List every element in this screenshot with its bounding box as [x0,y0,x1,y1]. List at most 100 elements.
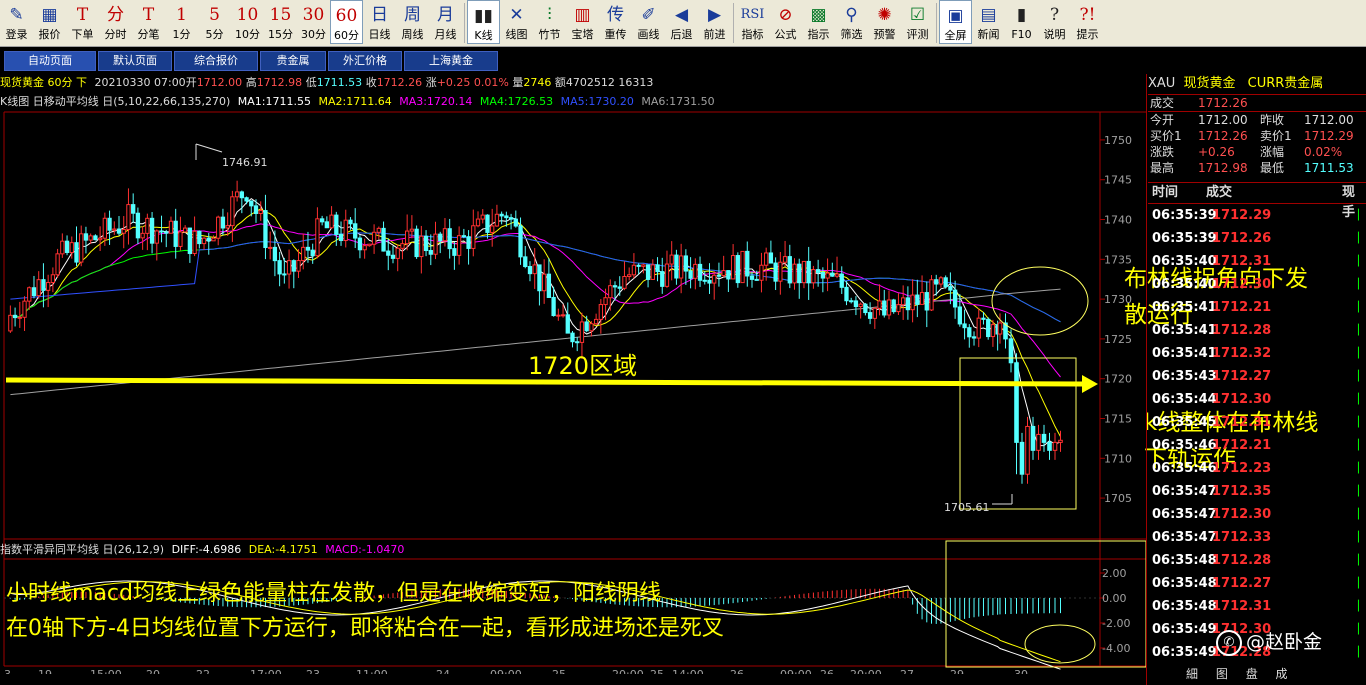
toolbar-button-27[interactable]: ☑ 评测 [901,0,934,44]
tick-vol-marker: ▏ [1358,371,1366,382]
candle-body [589,323,594,332]
candle-body [1008,338,1014,364]
toolbar-button-13[interactable]: 月月线 [429,0,462,44]
toolbar-button-18[interactable]: 传重传 [599,0,632,44]
tick-vol-marker: ▏ [1358,417,1366,428]
footer-tab-0[interactable]: 細 [1186,667,1198,681]
toolbar-button-19[interactable]: ✐ 画线 [632,0,665,44]
toolbar-button-1[interactable]: ▦ 报价 [33,0,66,44]
candle-body [135,212,141,239]
candle-body [74,242,79,263]
candle-body [952,289,958,308]
toolbar-button-5[interactable]: 1 1分 [165,0,198,44]
candle-body [282,273,287,276]
tick-list[interactable]: 时间 成交 现手 06:35:39 1712.29 ▏ 06:35:39 1712.26… [1148,182,1366,664]
panel-divider [1146,74,1147,685]
toolbar-button-0[interactable]: ✎ 登录 [0,0,33,44]
tab-quotes[interactable]: 综合报价 [174,51,258,71]
footer-tab-3[interactable]: 成 [1276,667,1288,681]
macd-indicator-name[interactable]: 指数平滑异同平均线 日(26,12,9) [0,543,164,556]
candle-body [1019,441,1025,475]
toolbar-button-14[interactable]: ▮▮ K线 [467,0,500,44]
macd-tick-label: -4.00 [1102,642,1130,655]
tick-price: 1712.23 [1212,461,1272,476]
candle-body [145,217,150,234]
toolbar-button-20[interactable]: ◀ 后退 [665,0,698,44]
toolbar-button-29[interactable]: ▤ 新闻 [972,0,1005,44]
quote-panel: XAU 现货黄金 CURR贵金属 成交 1712.26 今开 1712.00 昨收 17… [1148,74,1366,176]
tab-forex[interactable]: 外汇价格 [328,51,402,71]
toolbar-button-32[interactable]: ?! 提示 [1071,0,1104,44]
footer-tab-1[interactable]: 图 [1216,667,1228,681]
candle-body [801,260,807,284]
toolbar-button-22[interactable]: RSI 指标 [736,0,769,44]
tab-default-page[interactable]: 默认页面 [98,51,172,71]
toolbar-button-15[interactable]: ✕ 线图 [500,0,533,44]
toolbar-button-24[interactable]: ▩ 指示 [802,0,835,44]
tab-shanghai-gold[interactable]: 上海黄金 [404,51,498,71]
candle-body [730,255,736,280]
toolbar-button-7[interactable]: 10 10分 [231,0,264,44]
candle-body [678,255,684,279]
macd-axis: 2.00 0.00 -2.00 -4.00 [1100,567,1130,655]
toolbar-button-3[interactable]: 分分时 [99,0,132,44]
toolbar-button-4[interactable]: T 分笔 [132,0,165,44]
toolbar-button-23[interactable]: ⊘ 公式 [769,0,802,44]
toolbar-button-8[interactable]: 15 15分 [264,0,297,44]
tab-auto-page[interactable]: 自动页面 [4,51,96,71]
tick-row: 06:35:48 1712.28 ▏ [1148,549,1366,572]
toolbar-button-28[interactable]: ▣ 全屏 [939,0,972,44]
toolbar-button-10[interactable]: 60 60分 [330,0,363,44]
toolbar-button-6[interactable]: 5 5分 [198,0,231,44]
binoculars-icon: ⚲ [845,5,858,25]
candle-body [943,277,948,288]
toolbar-button-2[interactable]: T 下单 [66,0,99,44]
toolbar-button-label: 15分 [268,28,293,41]
toolbar-button-21[interactable]: ▶ 前进 [698,0,731,44]
candle-body [612,285,618,288]
candle-body [669,254,674,265]
grid-icon: ▦ [41,5,58,25]
toolbar-button-label: 分笔 [137,28,160,41]
tick-time: 06:35:47 [1152,484,1217,499]
candle-body [64,240,70,254]
candle-body [400,243,405,249]
toolbar-button-9[interactable]: 30 30分 [297,0,330,44]
toolbar-button-30[interactable]: ▮ F10 [1005,0,1038,44]
candle-body [371,231,377,245]
toolbar-button-25[interactable]: ⚲ 筛选 [835,0,868,44]
toolbar-button-16[interactable]: ⫶ 竹节 [533,0,566,44]
candle-body [475,218,481,227]
toolbar-button-17[interactable]: ▥ 宝塔 [566,0,599,44]
toolbar-button-11[interactable]: 日日线 [363,0,396,44]
candle-body [627,274,632,277]
tick-vol-marker: ▏ [1358,302,1366,313]
tick-time: 06:35:41 [1152,300,1217,315]
candle-body [712,274,717,284]
kline-icon: ▮▮ [474,6,493,26]
annotation-macd-1: 小时线macd均线上绿色能量柱在发散，但是在收缩变短，阳线阴线 [6,581,661,606]
candle-body [598,304,603,320]
candle-body [428,250,433,255]
toolbar-button-label: 竹节 [538,28,561,41]
candle-body [853,300,859,308]
toolbar-button-31[interactable]: ? 说明 [1038,0,1071,44]
tick-row: 06:35:48 1712.31 ▏ [1148,595,1366,618]
annotation-macd-2: 在0轴下方-4日均线位置下方运行，即将粘合在一起，看形成进场还是死叉 [6,616,724,641]
candle-body [872,307,877,319]
zone-1720-arrow [5,377,1083,387]
toolbar-button-12[interactable]: 周周线 [396,0,429,44]
candle-body [693,263,698,279]
candle-body [849,300,854,303]
tab-precious-metals[interactable]: 贵金属 [260,51,326,71]
toolbar-button-26[interactable]: ✺ 预警 [868,0,901,44]
candle-body [815,269,821,273]
candle-body [584,321,589,332]
footer-tab-2[interactable]: 盘 [1246,667,1258,681]
tick-price: 1712.21 [1212,300,1272,315]
candle-body [244,197,249,202]
candle-body [782,256,788,263]
candle-body [740,250,745,284]
candle-body [102,217,107,239]
time-tick-label: 23 [306,668,320,674]
